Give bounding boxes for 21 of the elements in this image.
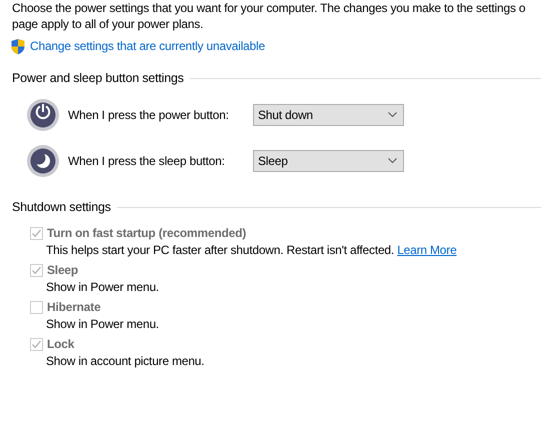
field-label: When I press the power button: [67, 106, 230, 124]
chevron-down-icon [388, 158, 397, 164]
power-button-icon [26, 98, 60, 132]
option-label: Hibernate [47, 299, 101, 316]
change-settings-link[interactable]: Change settings that are currently unavailable [30, 37, 265, 55]
option-label: Lock [47, 336, 74, 353]
option-label: Turn on fast startup (recommended) [47, 225, 246, 242]
intro-text: Choose the power settings that you want for your computer. The changes you make to the settings o page apply to all of your power plans. [12, 0, 526, 32]
option-description: Show in Power menu. [46, 278, 160, 296]
option-label: Sleep [47, 262, 78, 279]
option-description: This helps start your PC faster after shutdown. Restart isn't affected. Learn More [46, 242, 458, 258]
field-label: When I press the sleep button: [67, 152, 226, 170]
section-title: Shutdown settings [12, 198, 111, 216]
action-dropdown[interactable]: Sleep [253, 150, 404, 172]
action-dropdown[interactable]: Shut down [253, 104, 404, 126]
chevron-down-icon [388, 112, 397, 118]
option-description: Show in account picture menu. [46, 352, 206, 370]
shield-icon [10, 38, 26, 54]
section-title: Power and sleep button settings [12, 70, 184, 87]
sleep-button-icon [26, 144, 60, 178]
option-description: Show in Power menu. [46, 316, 160, 332]
